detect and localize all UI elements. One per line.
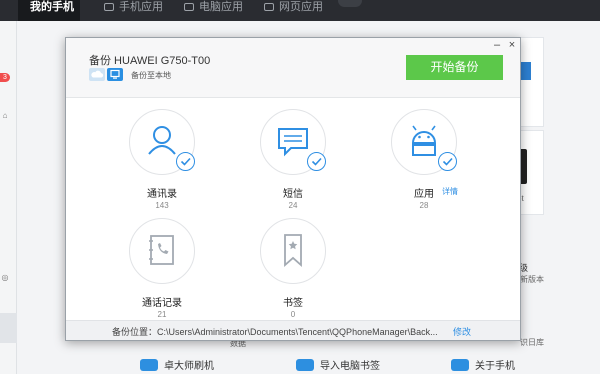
- bottom-tool-about-phone[interactable]: 关于手机: [451, 357, 515, 374]
- item-label: 短信: [283, 189, 303, 200]
- item-label: 书签: [283, 298, 303, 309]
- item-count: 143: [155, 201, 169, 210]
- top-nav-bar: 我的手机 手机应用 电脑应用 网页应用: [0, 0, 600, 21]
- bookmark-icon: [260, 218, 326, 284]
- item-count: 28: [419, 201, 429, 210]
- backup-dialog: 备份 HUAWEI G750-T00 备份至本地 开始备份 – × 通讯录 14…: [65, 37, 521, 341]
- dialog-title: 备份 HUAWEI G750-T00: [89, 55, 211, 67]
- pc-apps-icon: [184, 3, 194, 11]
- item-count: 21: [157, 310, 167, 319]
- tab-pc-apps[interactable]: 电脑应用: [182, 0, 254, 21]
- sidebar-selected-item[interactable]: [0, 313, 17, 343]
- item-count: 0: [290, 310, 296, 319]
- close-button[interactable]: ×: [506, 38, 518, 52]
- backup-target-label: 备份至本地: [131, 71, 171, 80]
- phone-apps-icon: [104, 3, 114, 11]
- local-pc-target-icon[interactable]: [107, 68, 123, 81]
- bottom-tool-import-bookmarks[interactable]: 导入电脑书签: [296, 357, 380, 374]
- app-details-link[interactable]: 详情: [442, 186, 458, 197]
- web-apps-icon: [264, 3, 274, 11]
- sidebar-circle-icon[interactable]: ◎: [0, 273, 10, 282]
- bg-log-text: 识日库: [520, 338, 544, 347]
- flash-tool-icon: [140, 359, 158, 371]
- cloud-target-icon[interactable]: [89, 68, 105, 81]
- change-path-link[interactable]: 修改: [453, 325, 471, 338]
- toolbar-pill-button[interactable]: [338, 0, 362, 7]
- checked-icon[interactable]: [438, 152, 457, 171]
- import-bookmarks-icon: [296, 359, 314, 371]
- notification-badge: 3: [0, 73, 10, 82]
- dialog-header: 备份 HUAWEI G750-T00 备份至本地 开始备份 – ×: [66, 38, 520, 98]
- left-sidebar: 3 ⌂ ◎: [0, 21, 17, 374]
- bottom-tool-flash[interactable]: 卓大师刷机: [140, 357, 214, 374]
- bg-new-version-text: 新版本: [520, 275, 544, 284]
- minimize-button[interactable]: –: [491, 38, 503, 52]
- backup-path-label: 备份位置：C:\Users\Administrator\Documents\Te…: [112, 327, 438, 337]
- dialog-footer: 备份位置：C:\Users\Administrator\Documents\Te…: [66, 320, 520, 340]
- tab-phone-apps[interactable]: 手机应用: [102, 0, 172, 21]
- tab-web-apps[interactable]: 网页应用: [262, 0, 334, 21]
- sidebar-glyph-icon[interactable]: ⌂: [0, 111, 10, 120]
- item-label: 通讯录: [147, 189, 177, 200]
- call-log-icon: [129, 218, 195, 284]
- checked-icon[interactable]: [176, 152, 195, 171]
- tab-my-phone[interactable]: 我的手机: [18, 0, 80, 21]
- about-phone-icon: [451, 359, 469, 371]
- start-backup-button[interactable]: 开始备份: [406, 55, 503, 80]
- checked-icon[interactable]: [307, 152, 326, 171]
- item-count: 24: [288, 201, 298, 210]
- item-label: 通话记录: [142, 298, 182, 309]
